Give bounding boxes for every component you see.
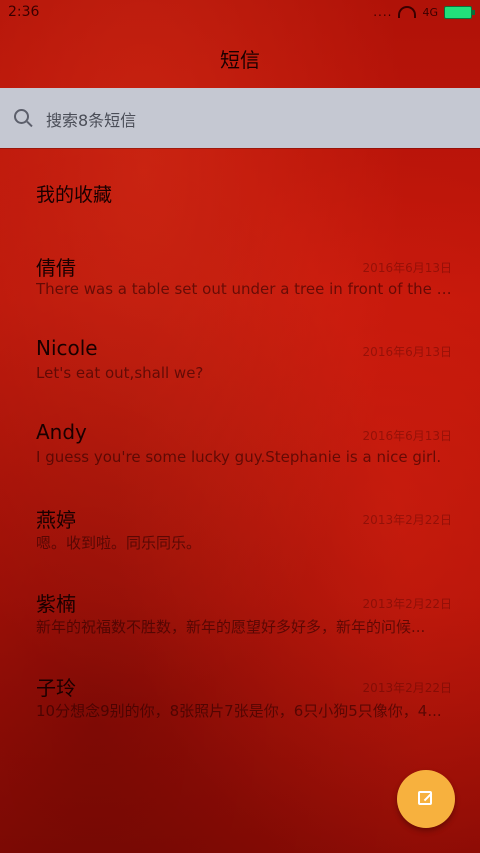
conversation-name: 燕婷 xyxy=(36,508,76,532)
conversation-name: Andy xyxy=(36,420,87,444)
compose-icon xyxy=(418,791,432,805)
conversation-item[interactable]: Nicole 2016年6月13日 Let's eat out,shall we… xyxy=(36,336,452,396)
conversation-item[interactable]: 燕婷 2013年2月22日 嗯。收到啦。同乐同乐。 xyxy=(36,504,452,564)
conversation-preview: There was a table set out under a tree i… xyxy=(36,280,452,298)
conversation-preview: 新年的祝福数不胜数，新年的愿望好多好多，新年的问候... xyxy=(36,618,426,636)
conversation-date: 2016年6月13日 xyxy=(362,345,452,359)
search-input[interactable]: 搜索8条短信 xyxy=(46,107,136,131)
conversation-date: 2016年6月13日 xyxy=(362,261,452,275)
signal-label: 4G xyxy=(422,5,438,19)
conversation-preview: 嗯。收到啦。同乐同乐。 xyxy=(36,534,202,552)
search-bar[interactable]: 搜索8条短信 xyxy=(0,88,480,148)
wifi-icon xyxy=(398,6,417,18)
conversation-date: 2013年2月22日 xyxy=(362,681,452,695)
status-time: 2:36 xyxy=(8,4,40,20)
conversation-preview: 10分想念9别的你，8张照片7张是你，6只小狗5只像你，4... xyxy=(36,702,442,720)
conversation-preview: Let's eat out,shall we? xyxy=(36,364,204,382)
conversation-name: 子玲 xyxy=(36,676,76,700)
conversation-date: 2016年6月13日 xyxy=(362,429,452,443)
search-icon xyxy=(14,109,29,124)
conversation-item[interactable]: 子玲 2013年2月22日 10分想念9别的你，8张照片7张是你，6只小狗5只像… xyxy=(36,672,452,732)
favorites-item[interactable]: 我的收藏 xyxy=(36,180,112,207)
conversation-date: 2013年2月22日 xyxy=(362,513,452,527)
conversation-item[interactable]: 倩倩 2016年6月13日 There was a table set out … xyxy=(36,252,452,312)
conversation-name: 倩倩 xyxy=(36,256,76,280)
conversation-name: 紫楠 xyxy=(36,592,76,616)
status-bar: 2:36 .... 4G xyxy=(0,0,480,26)
page-title: 短信 xyxy=(220,48,260,72)
status-icons: .... 4G xyxy=(373,5,475,19)
conversation-name: Nicole xyxy=(36,336,98,360)
conversation-item[interactable]: 紫楠 2013年2月22日 新年的祝福数不胜数，新年的愿望好多好多，新年的问候.… xyxy=(36,588,452,648)
conversation-preview: I guess you're some lucky guy.Stephanie … xyxy=(36,448,442,466)
battery-icon xyxy=(444,5,475,19)
conversation-date: 2013年2月22日 xyxy=(362,597,452,611)
compose-button[interactable] xyxy=(397,770,455,828)
notification-dots: .... xyxy=(373,5,393,19)
conversation-item[interactable]: Andy 2016年6月13日 I guess you're some luck… xyxy=(36,420,452,480)
